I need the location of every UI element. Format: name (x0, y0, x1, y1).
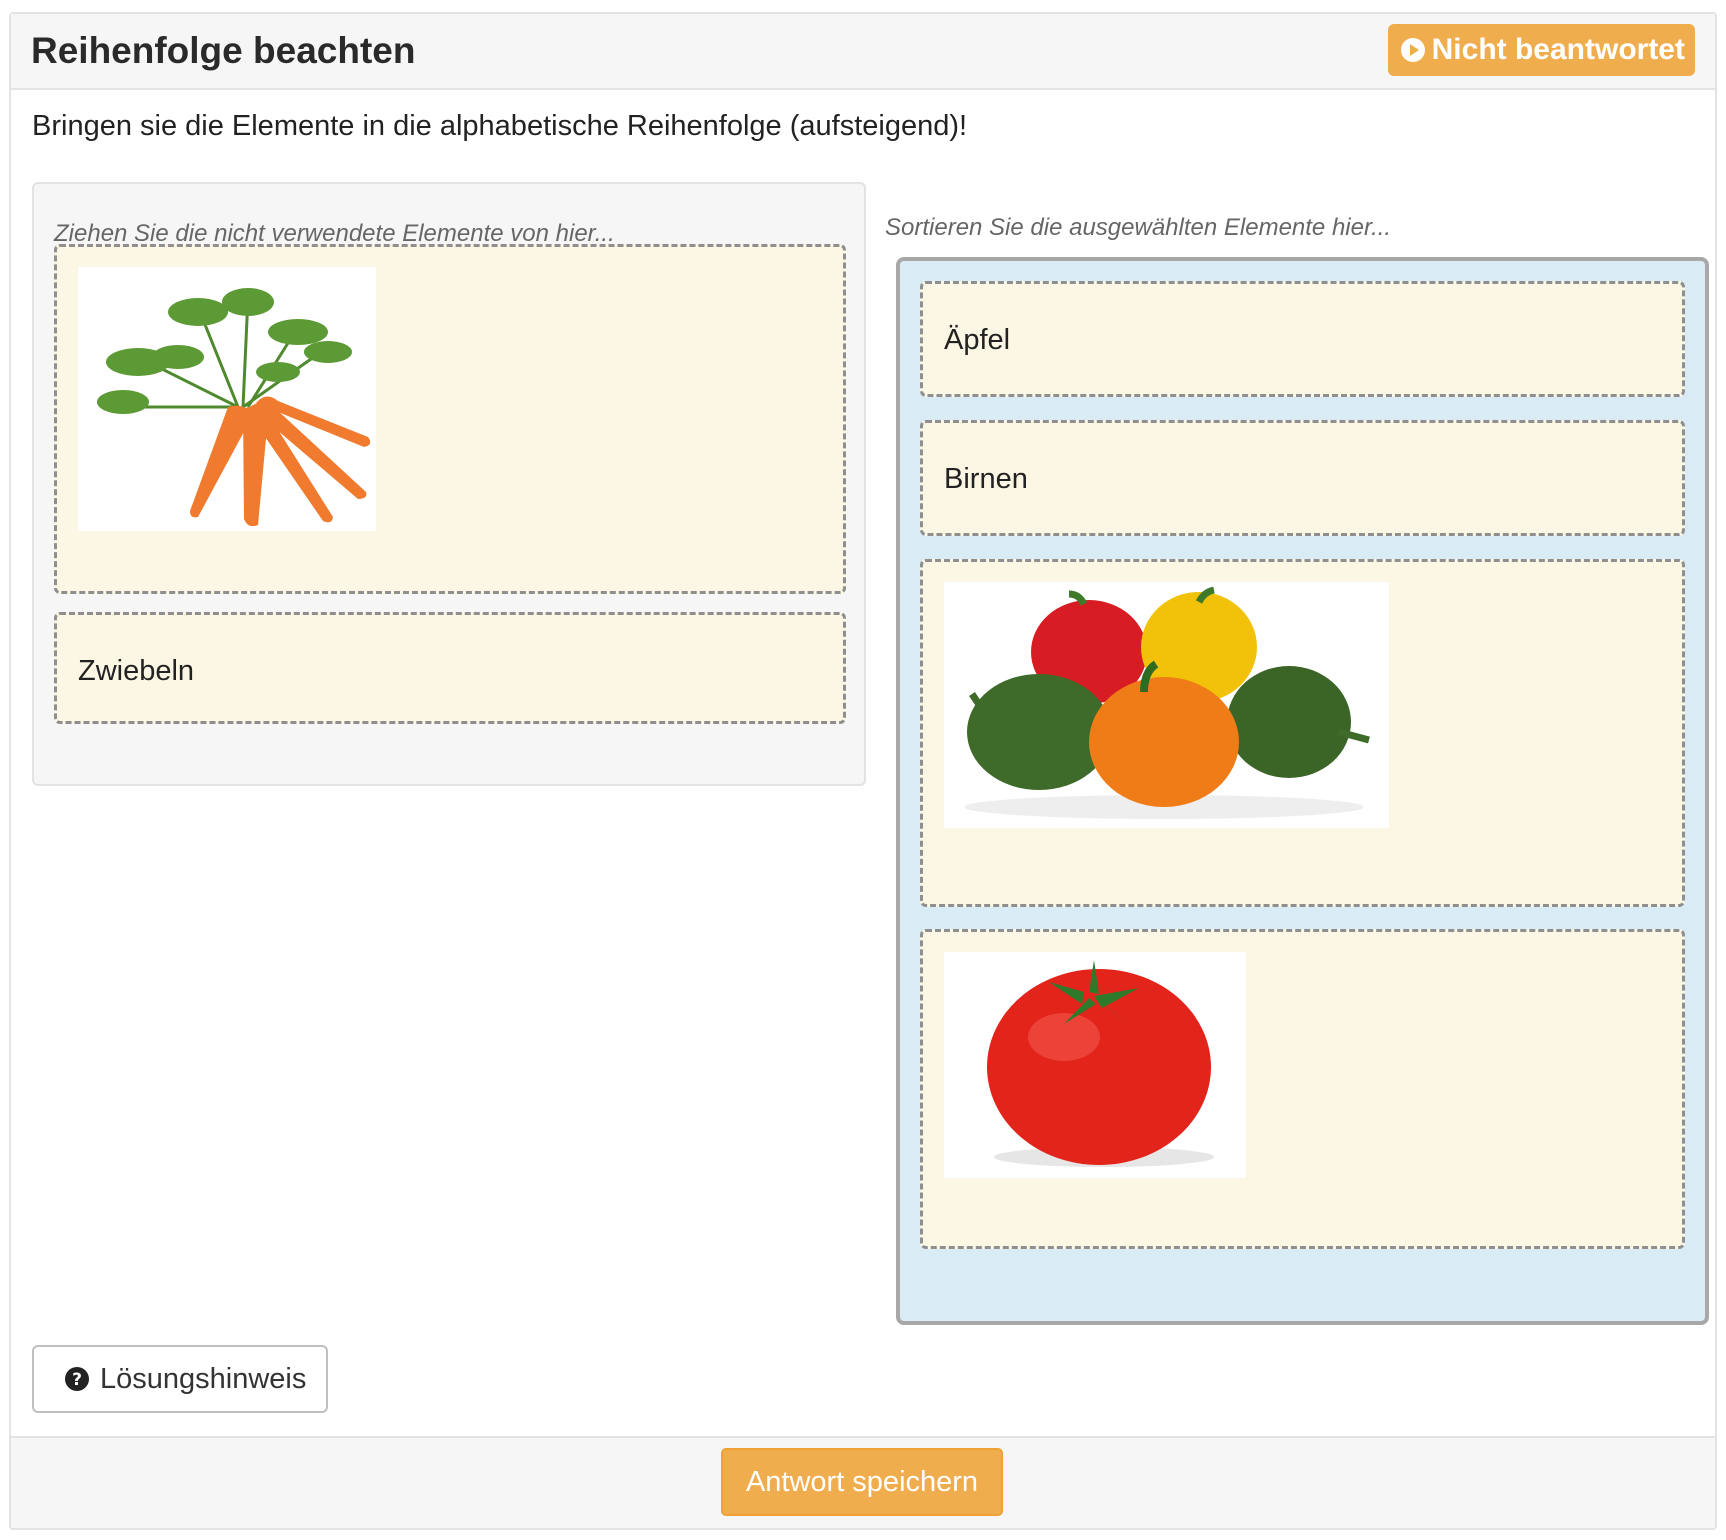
draggable-item-zwiebeln[interactable]: Zwiebeln (54, 612, 846, 724)
target-zone-label: Sortieren Sie die ausgewählten Elemente … (885, 214, 1392, 241)
draggable-item-tomato[interactable] (920, 929, 1685, 1249)
draggable-item-aepfel[interactable]: Äpfel (920, 281, 1685, 397)
save-answer-button[interactable]: Antwort speichern (721, 1448, 1003, 1516)
hint-button-label: Lösungshinweis (100, 1362, 307, 1395)
source-zone: Ziehen Sie die nicht verwendete Elemente… (32, 182, 866, 786)
item-label: Zwiebeln (78, 655, 195, 687)
draggable-item-carrots[interactable] (54, 244, 846, 594)
question-title: Reihenfolge beachten (31, 30, 416, 71)
tomato-image (944, 952, 1246, 1178)
question-instruction: Bringen sie die Elemente in die alphabet… (32, 110, 968, 142)
hint-button[interactable]: ? Lösungshinweis (32, 1345, 328, 1413)
item-label: Äpfel (944, 324, 1011, 356)
status-badge: Nicht beantwortet (1387, 24, 1695, 76)
status-label: Nicht beantwortet (1431, 33, 1685, 66)
carrots-image (78, 267, 376, 531)
item-label: Birnen (944, 463, 1028, 495)
draggable-item-birnen[interactable]: Birnen (920, 420, 1685, 536)
panel-footer: Antwort speichern (11, 1436, 1715, 1528)
question-panel: Reihenfolge beachten Nicht beantwortet B… (9, 12, 1717, 1530)
bell-peppers-image (944, 582, 1389, 828)
question-circle-icon: ? (65, 1367, 89, 1391)
draggable-item-bell-peppers[interactable] (920, 559, 1685, 907)
target-zone: Äpfel Birnen (896, 257, 1709, 1325)
panel-header: Reihenfolge beachten Nicht beantwortet (11, 14, 1715, 90)
play-circle-icon (1400, 38, 1425, 62)
svg-text:?: ? (72, 1370, 82, 1390)
